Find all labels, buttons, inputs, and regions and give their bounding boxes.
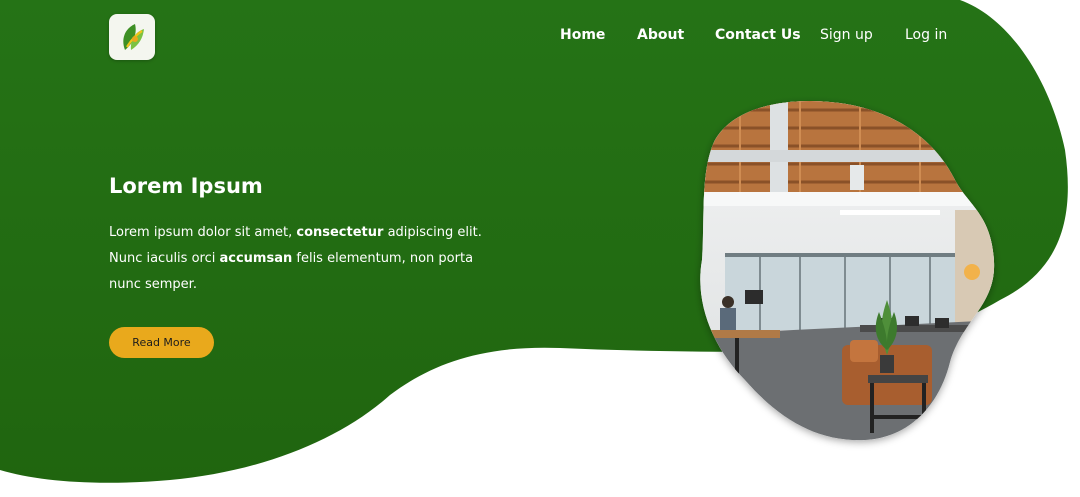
nav-login-link[interactable]: Log in — [905, 27, 947, 43]
top-navigation: Home About Contact Us Sign up Log in — [0, 27, 1080, 47]
hero-description: Lorem ipsum dolor sit amet, consectetur … — [109, 220, 504, 298]
nav-about-link[interactable]: About — [637, 27, 684, 43]
read-more-button[interactable]: Read More — [109, 327, 214, 358]
nav-signup-link[interactable]: Sign up — [820, 27, 873, 43]
nav-contact-link[interactable]: Contact Us — [715, 27, 801, 43]
nav-home-link[interactable]: Home — [560, 27, 605, 43]
hero-text-bold1: consectetur — [296, 225, 384, 240]
hero-text-bold2: accumsan — [219, 251, 293, 266]
hero-text-part1: Lorem ipsum dolor sit amet, — [109, 225, 297, 240]
hero-title: Lorem Ipsum — [109, 174, 263, 198]
